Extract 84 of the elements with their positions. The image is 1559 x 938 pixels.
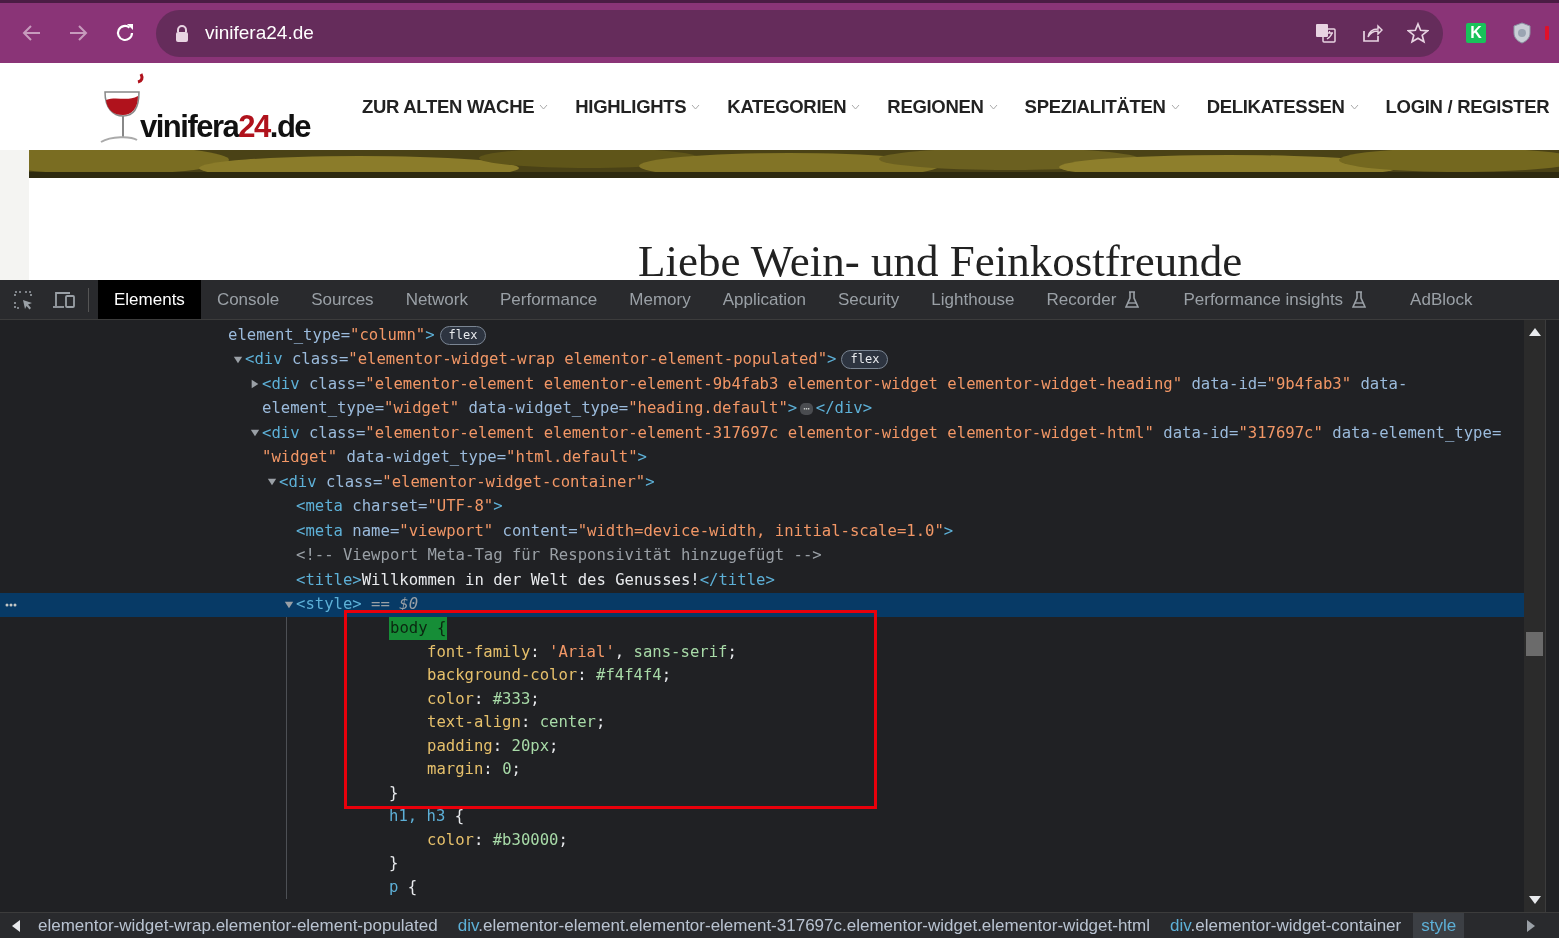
url-text: vinifera24.de [205, 20, 314, 45]
devtools-tab[interactable]: Elements [98, 280, 201, 319]
code-line: <div class="elementor-element elementor-element-317697c elementor-widget elementor-widget-html" data-id="317697c" data-element_type= [262, 422, 1502, 444]
disclosure-triangle-icon[interactable] [267, 477, 279, 488]
breadcrumb[interactable]: div.elementor-element.elementor-element-317697c.elementor-widget.elementor-widget-html [449, 913, 1159, 938]
devtools-tab[interactable]: Security [821, 280, 916, 319]
devtools-tab[interactable]: Performance [484, 280, 614, 319]
code-line: p { [389, 876, 418, 898]
reload-icon[interactable] [114, 22, 136, 44]
code-line: <title>Willkommen in der Welt des Genusses!</title> [296, 569, 775, 591]
nav-link[interactable]: ZUR ALTEN WACHE [362, 92, 549, 121]
code-line: <div class="elementor-element elementor-element-9b4fab3 elementor-widget elementor-widget-heading" data-id="9b4fab3" data- [262, 373, 1408, 395]
flask-icon [1352, 290, 1367, 309]
devtools-tab[interactable]: Application [706, 280, 822, 319]
code-line: background-color: #f4f4f4; [427, 665, 672, 687]
scroll-right-icon[interactable] [1527, 919, 1535, 932]
devtools-tab[interactable]: Performance insights [1167, 280, 1395, 319]
translate-icon[interactable] [1315, 22, 1337, 44]
bookmark-star-icon[interactable] [1407, 22, 1429, 44]
disclosure-triangle-icon[interactable] [250, 428, 262, 439]
code-line: } [389, 853, 399, 875]
tree-row[interactable]: <div class="elementor-element elementor-element-9b4fab3 elementor-widget elementor-widget-heading" data-id="9b4fab3" data- [0, 372, 1524, 397]
code-line: margin: 0; [427, 759, 521, 781]
nav-link[interactable]: LOGIN / REGISTER [1385, 92, 1550, 121]
devtools-tab[interactable]: Console [200, 280, 296, 319]
scrollbar[interactable] [1524, 320, 1545, 912]
devtools-tab[interactable]: Memory [613, 280, 707, 319]
page-heading: Liebe Wein- und Feinkostfreunde [638, 236, 1243, 280]
disclosure-triangle-icon[interactable] [233, 354, 245, 365]
code-line: element_type="column"> [228, 324, 435, 346]
code-line: <meta name="viewport" content="width=device-width, initial-scale=1.0"> [296, 520, 954, 542]
tree-row[interactable]: <div class="elementor-widget-wrap elementor-element-populated"> flex [0, 347, 1524, 372]
logo-text: vinifera24.de [140, 110, 311, 142]
code-line: } [389, 782, 399, 804]
devtools-tab[interactable]: AdBlock [1394, 280, 1489, 319]
layout-badge[interactable]: flex [841, 350, 889, 370]
nav-link[interactable]: SPEZIALITÄTEN [1024, 92, 1180, 121]
scrollbar-thumb[interactable] [1526, 632, 1543, 656]
device-toolbar-icon[interactable] [52, 289, 76, 310]
address-bar[interactable]: vinifera24.de [156, 9, 1443, 57]
share-icon[interactable] [1361, 22, 1383, 44]
code-line: <div class="elementor-widget-container"> [279, 471, 655, 493]
code-line: padding: 20px; [427, 735, 559, 757]
tree-row[interactable]: <!-- Viewport Meta-Tag für Responsivität hinzugefügt --> [0, 543, 1524, 568]
layout-badge[interactable]: flex [439, 325, 487, 345]
nav-link[interactable]: HIGHLIGHTS [575, 92, 701, 121]
code-line: element_type="widget" data-widget_type="heading.default"> [262, 398, 798, 420]
nav-link[interactable]: REGIONEN [887, 92, 998, 121]
code-line: <style> == $0 [296, 594, 419, 616]
devtools-tab[interactable]: Lighthouse [915, 280, 1031, 319]
devtools-tab[interactable]: Network [389, 280, 484, 319]
scroll-left-icon[interactable] [12, 919, 20, 932]
code-line: text-align: center; [427, 712, 606, 734]
shield-icon[interactable] [1512, 22, 1532, 44]
breadcrumb[interactable]: elementor-widget-wrap.elementor-element-populated [30, 913, 446, 938]
code-line: color: #b30000; [427, 829, 568, 851]
lock-icon [175, 24, 189, 42]
devtools-tab[interactable]: Recorder [1030, 280, 1168, 319]
code-line: <div class="elementor-widget-wrap elementor-element-populated"> [245, 349, 837, 371]
breadcrumb[interactable]: div.elementor-widget-container [1162, 913, 1410, 938]
disclosure-triangle-icon[interactable] [284, 599, 296, 610]
code-line: "widget" data-widget_type="html.default"> [262, 447, 647, 469]
more-icon[interactable] [5, 602, 17, 607]
selected-row[interactable]: <style> == $0 [0, 592, 1524, 617]
tree-row[interactable]: <meta name="viewport" content="width=device-width, initial-scale=1.0"> [0, 519, 1524, 544]
tree-row[interactable]: <title>Willkommen in der Welt des Genusses!</title> [0, 568, 1524, 593]
scroll-up-icon[interactable] [1528, 328, 1541, 336]
tree-row[interactable]: <div class="elementor-element elementor-element-317697c elementor-widget elementor-widget-html" data-id="317697c" data-element_type= [0, 421, 1524, 446]
nav-link[interactable]: DELIKATESSEN [1206, 92, 1359, 121]
inspect-element-icon[interactable] [12, 288, 34, 311]
code-line: <!-- Viewport Meta-Tag für Responsivität hinzugefügt --> [296, 545, 822, 567]
nav-link[interactable]: KATEGORIEN [727, 92, 861, 121]
code-line: font-family: 'Arial', sans-serif; [427, 641, 737, 663]
flask-icon [1125, 290, 1140, 309]
tree-row[interactable]: <div class="elementor-widget-container"> [0, 470, 1524, 495]
scroll-down-icon[interactable] [1528, 896, 1541, 904]
code-line: <meta charset="UTF-8"> [296, 496, 503, 518]
code-line: h1, h3 { [389, 806, 465, 828]
devtools-tab[interactable]: Sources [295, 280, 390, 319]
breadcrumb[interactable]: style [1413, 913, 1465, 938]
tree-row[interactable]: <meta charset="UTF-8"> [0, 494, 1524, 519]
code-line: </div> [815, 398, 873, 420]
code-line: color: #333; [427, 688, 540, 710]
collapsed-content-badge[interactable]: ⋯ [800, 402, 813, 415]
